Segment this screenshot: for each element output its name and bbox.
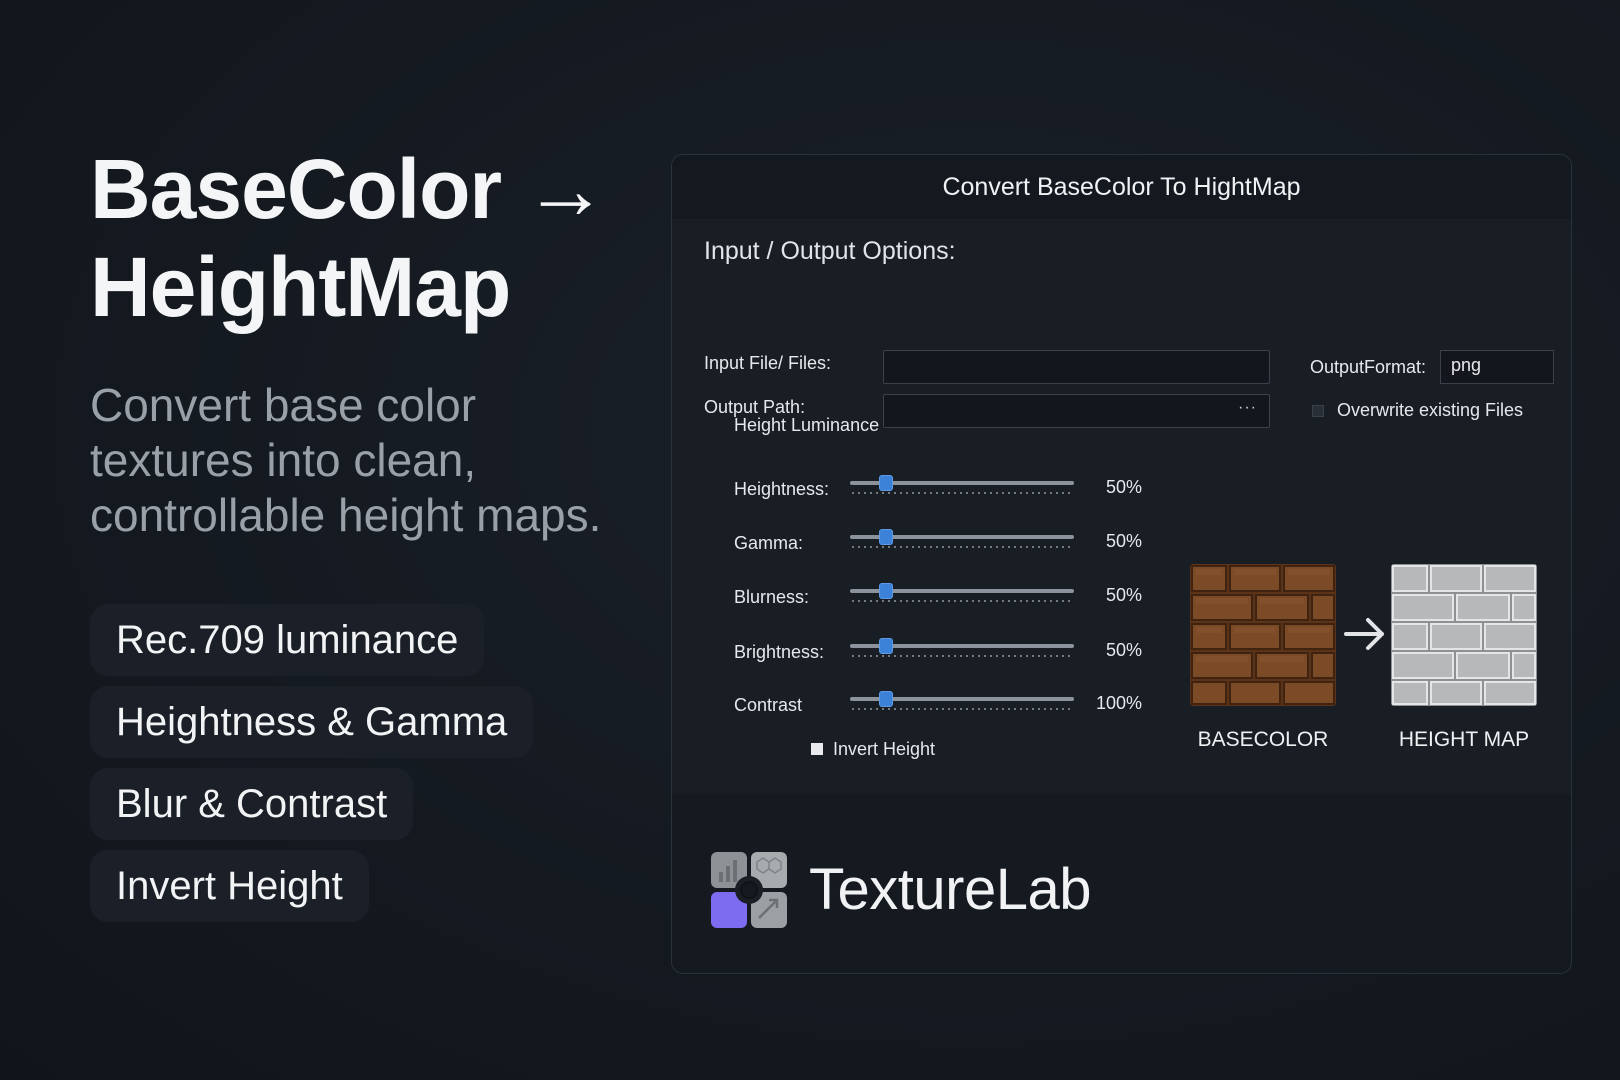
hero-title-line-2: HeightMap bbox=[90, 240, 511, 334]
gamma-slider-thumb[interactable] bbox=[878, 529, 893, 545]
blurness-value: 50% bbox=[1105, 585, 1142, 605]
brand-name: TextureLab bbox=[809, 857, 1091, 922]
contrast-value: 100% bbox=[1095, 693, 1142, 713]
output-path-field[interactable]: ··· bbox=[883, 394, 1270, 428]
gamma-slider-ticks bbox=[850, 546, 1074, 548]
hero-title: BaseColor → HeightMap bbox=[90, 140, 650, 336]
arrow-right-icon bbox=[1344, 614, 1388, 654]
height-luminance-group-label: Height Luminance bbox=[734, 415, 880, 435]
blurness-slider-thumb[interactable] bbox=[878, 583, 893, 599]
promo-page: BaseColor → HeightMap Convert base color… bbox=[0, 0, 1620, 1080]
brightness-slider-row: Brightness: 50% bbox=[734, 638, 1142, 668]
feature-pill-blur-contrast: Blur & Contrast bbox=[90, 768, 414, 840]
input-files-field[interactable] bbox=[883, 350, 1270, 384]
blurness-slider-ticks bbox=[850, 600, 1074, 602]
group-divider bbox=[902, 427, 1140, 428]
invert-height-label: Invert Height bbox=[833, 739, 936, 759]
brightness-value: 50% bbox=[1105, 640, 1142, 660]
hero-subtitle: Convert base color textures into clean, … bbox=[90, 379, 602, 541]
gamma-slider-row: Gamma: 50% bbox=[734, 529, 1142, 559]
window-title: Convert BaseColor To HightMap bbox=[672, 155, 1571, 219]
heightness-slider-thumb[interactable] bbox=[878, 475, 893, 491]
output-format-label: OutputFormat: bbox=[1310, 357, 1427, 377]
invert-height-checkbox[interactable] bbox=[811, 743, 823, 755]
browse-button[interactable]: ··· bbox=[1238, 399, 1257, 417]
heightness-slider-ticks bbox=[850, 492, 1074, 494]
output-format-select[interactable]: png bbox=[1440, 350, 1554, 384]
blurness-slider-row: Blurness: 50% bbox=[734, 583, 1142, 613]
basecolor-caption: BASECOLOR bbox=[1197, 728, 1329, 751]
heightness-slider-row: Heightness: 50% bbox=[734, 475, 1142, 505]
input-files-label: Input File/ Files: bbox=[704, 353, 832, 373]
heightmap-caption: HEIGHT MAP bbox=[1398, 728, 1530, 751]
window-footer: TextureLab bbox=[672, 794, 1571, 973]
feature-list: Rec.709 luminance Heightness & Gamma Blu… bbox=[90, 604, 534, 922]
converter-window: Convert BaseColor To HightMap Input / Ou… bbox=[671, 154, 1572, 974]
heightmap-preview bbox=[1391, 564, 1537, 706]
brightness-slider-ticks bbox=[850, 655, 1074, 657]
overwrite-checkbox[interactable] bbox=[1312, 405, 1324, 417]
gamma-value: 50% bbox=[1105, 531, 1142, 551]
feature-pill-invert-height: Invert Height bbox=[90, 850, 369, 922]
basecolor-preview bbox=[1190, 564, 1336, 706]
heightness-value: 50% bbox=[1105, 477, 1142, 497]
contrast-slider-ticks bbox=[850, 708, 1074, 710]
contrast-label: Contrast bbox=[734, 695, 803, 715]
brightness-label: Brightness: bbox=[734, 642, 825, 662]
io-section-heading: Input / Output Options: bbox=[704, 237, 956, 265]
feature-pill-heightness-gamma: Heightness & Gamma bbox=[90, 686, 534, 758]
gamma-label: Gamma: bbox=[734, 533, 804, 553]
contrast-slider-thumb[interactable] bbox=[878, 691, 893, 707]
hero-title-line-1: BaseColor → bbox=[90, 142, 607, 236]
feature-pill-luminance: Rec.709 luminance bbox=[90, 604, 485, 676]
blurness-label: Blurness: bbox=[734, 587, 810, 607]
brightness-slider-thumb[interactable] bbox=[878, 638, 893, 654]
overwrite-label: Overwrite existing Files bbox=[1337, 400, 1524, 420]
window-content: Input / Output Options: Input File/ File… bbox=[672, 219, 1571, 794]
texturelab-logo-icon bbox=[711, 852, 787, 928]
heightness-label: Heightness: bbox=[734, 479, 830, 499]
contrast-slider-row: Contrast 100% bbox=[734, 691, 1142, 721]
